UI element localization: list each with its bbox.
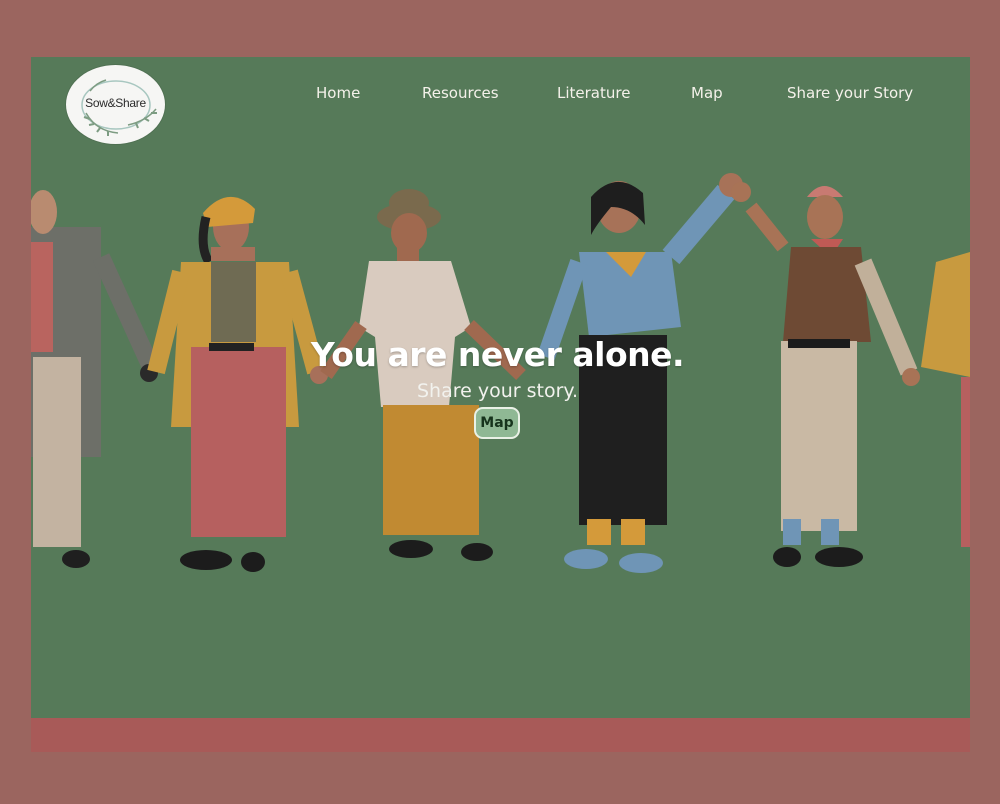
nav-map[interactable]: Map xyxy=(691,84,723,102)
page-frame: Sow&Share Home Resources Literature Map … xyxy=(31,57,970,752)
person-bucket-hat-illustration xyxy=(320,189,526,561)
map-button[interactable]: Map xyxy=(474,407,520,439)
person-grey-coat-illustration xyxy=(31,190,160,568)
nav-literature[interactable]: Literature xyxy=(557,84,630,102)
hero-headline: You are never alone. xyxy=(310,335,685,374)
nav-share-your-story[interactable]: Share your Story xyxy=(787,84,913,102)
person-brown-vest-illustration xyxy=(731,182,920,567)
footer-band xyxy=(31,718,970,752)
main-nav: Home Resources Literature Map Share your… xyxy=(31,84,970,108)
nav-home[interactable]: Home xyxy=(316,84,360,102)
hero-section: Sow&Share Home Resources Literature Map … xyxy=(31,57,970,718)
hero-subhead: Share your story. xyxy=(417,380,578,402)
nav-resources[interactable]: Resources xyxy=(422,84,499,102)
